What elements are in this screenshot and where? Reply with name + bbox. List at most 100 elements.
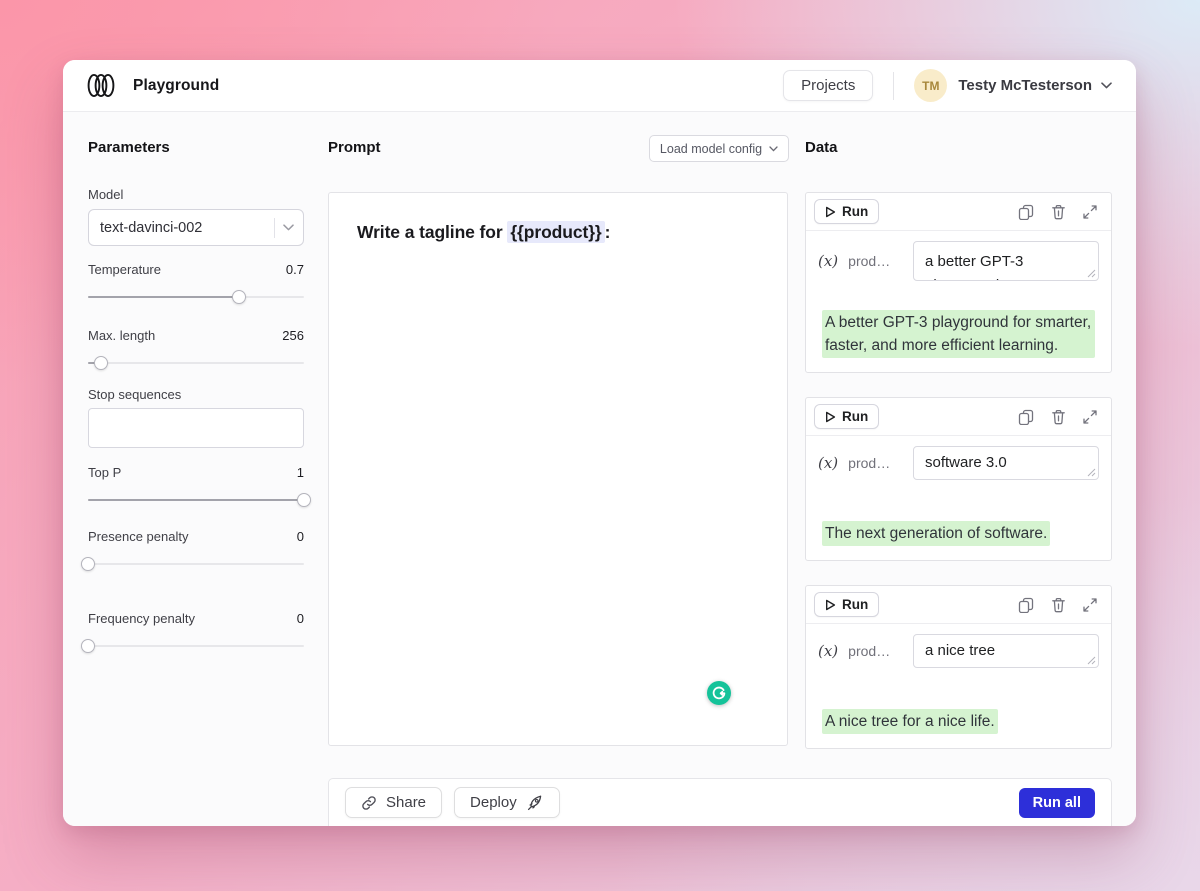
max-length-label: Max. length	[88, 328, 155, 344]
slider-knob[interactable]	[81, 639, 95, 653]
copy-button[interactable]	[1018, 204, 1034, 220]
trash-icon	[1051, 409, 1066, 425]
variable-input[interactable]: software 3.0	[913, 446, 1099, 480]
temperature-group: Temperature 0.7	[88, 262, 304, 304]
avatar[interactable]: TM	[914, 69, 947, 102]
top-p-label: Top P	[88, 465, 121, 481]
expand-icon	[1083, 598, 1097, 612]
select-divider	[274, 218, 275, 238]
slider-knob[interactable]	[232, 290, 246, 304]
presence-penalty-group: Presence penalty 0	[88, 529, 304, 571]
run-button[interactable]: Run	[814, 199, 879, 224]
output-text: A nice tree for a nice life.	[822, 709, 998, 734]
run-button[interactable]: Run	[814, 592, 879, 617]
variable-input[interactable]: a better GPT-3 playground	[913, 241, 1099, 281]
max-length-group: Max. length 256	[88, 328, 304, 370]
play-icon	[825, 599, 836, 611]
chevron-down-icon[interactable]	[1101, 82, 1112, 89]
data-card: Run (x) prod… a bet	[805, 192, 1112, 373]
data-card: Run (x) prod… softw	[805, 397, 1112, 561]
presence-penalty-label: Presence penalty	[88, 529, 188, 545]
frequency-penalty-label: Frequency penalty	[88, 611, 195, 627]
expand-icon	[1083, 205, 1097, 219]
run-all-button[interactable]: Run all	[1019, 788, 1095, 818]
max-length-value: 256	[282, 328, 304, 344]
copy-button[interactable]	[1018, 409, 1034, 425]
slider-knob[interactable]	[81, 557, 95, 571]
rocket-icon	[526, 794, 544, 811]
user-name: Testy McTesterson	[958, 77, 1092, 94]
top-p-slider[interactable]	[88, 493, 304, 507]
data-section-title: Data	[805, 139, 838, 156]
top-p-value: 1	[297, 465, 304, 481]
frequency-penalty-value: 0	[297, 611, 304, 627]
model-value: text-davinci-002	[100, 220, 202, 236]
trash-icon	[1051, 597, 1066, 613]
play-icon	[825, 206, 836, 218]
temperature-slider[interactable]	[88, 290, 304, 304]
data-card: Run (x) prod… a nic	[805, 585, 1112, 749]
play-icon	[825, 411, 836, 423]
expand-button[interactable]	[1083, 205, 1097, 219]
prompt-text: Write a tagline for {{product}}:	[329, 193, 787, 272]
stop-sequences-input[interactable]	[88, 408, 304, 448]
copy-button[interactable]	[1018, 597, 1034, 613]
output-text: The next generation of software.	[822, 521, 1050, 546]
header-divider	[893, 72, 894, 100]
link-icon	[361, 795, 377, 811]
variable-icon: (x)	[818, 252, 838, 270]
app-header: Playground Projects TM Testy McTesterson	[63, 60, 1136, 112]
expand-button[interactable]	[1083, 410, 1097, 424]
parameters-panel: Model text-davinci-002 Temperature 0.7 M…	[88, 187, 304, 653]
variable-name: prod…	[848, 643, 894, 659]
slider-knob[interactable]	[94, 356, 108, 370]
header-actions: Projects TM Testy McTesterson	[783, 69, 1112, 102]
temperature-value: 0.7	[286, 262, 304, 278]
share-button[interactable]: Share	[345, 787, 442, 818]
temperature-label: Temperature	[88, 262, 161, 278]
playground-window: Playground Projects TM Testy McTesterson…	[63, 60, 1136, 826]
expand-icon	[1083, 410, 1097, 424]
expand-button[interactable]	[1083, 598, 1097, 612]
delete-button[interactable]	[1051, 597, 1066, 613]
variable-row: (x) prod… a nice tree	[806, 624, 1111, 682]
card-toolbar: Run	[806, 398, 1111, 436]
copy-icon	[1018, 597, 1034, 613]
frequency-penalty-slider[interactable]	[88, 639, 304, 653]
trash-icon	[1051, 204, 1066, 220]
load-model-config-label: Load model config	[660, 142, 762, 156]
variable-name: prod…	[848, 455, 894, 471]
variable-name: prod…	[848, 253, 894, 269]
load-model-config-select[interactable]: Load model config	[649, 135, 789, 162]
model-select[interactable]: text-davinci-002	[88, 209, 304, 246]
prompt-section-title: Prompt	[328, 139, 381, 156]
prompt-variable-token: {{product}}	[507, 221, 604, 243]
variable-input[interactable]: a nice tree	[913, 634, 1099, 668]
delete-button[interactable]	[1051, 409, 1066, 425]
deploy-button[interactable]: Deploy	[454, 787, 560, 818]
completion-output: A nice tree for a nice life.	[806, 682, 1111, 748]
chevron-down-icon	[283, 224, 294, 231]
run-button[interactable]: Run	[814, 404, 879, 429]
variable-row: (x) prod… software 3.0	[806, 436, 1111, 494]
data-panel: Run (x) prod… a bet	[805, 192, 1112, 773]
completion-output: The next generation of software.	[806, 494, 1111, 560]
app-logo-icon	[87, 73, 115, 98]
output-text: A better GPT-3 playground for smarter, f…	[822, 310, 1095, 358]
grammarly-badge-icon[interactable]	[707, 681, 731, 705]
projects-button[interactable]: Projects	[783, 70, 873, 101]
slider-knob[interactable]	[297, 493, 311, 507]
presence-penalty-value: 0	[297, 529, 304, 545]
copy-icon	[1018, 409, 1034, 425]
variable-row: (x) prod… a better GPT-3 playground	[806, 231, 1111, 295]
delete-button[interactable]	[1051, 204, 1066, 220]
prompt-editor[interactable]: Write a tagline for {{product}}:	[328, 192, 788, 746]
presence-penalty-slider[interactable]	[88, 557, 304, 571]
page-title: Playground	[133, 77, 219, 95]
footer-toolbar: Share Deploy Run all	[328, 778, 1112, 826]
copy-icon	[1018, 204, 1034, 220]
frequency-penalty-group: Frequency penalty 0	[88, 611, 304, 653]
stop-sequences-label: Stop sequences	[88, 387, 304, 402]
model-label: Model	[88, 187, 304, 202]
max-length-slider[interactable]	[88, 356, 304, 370]
